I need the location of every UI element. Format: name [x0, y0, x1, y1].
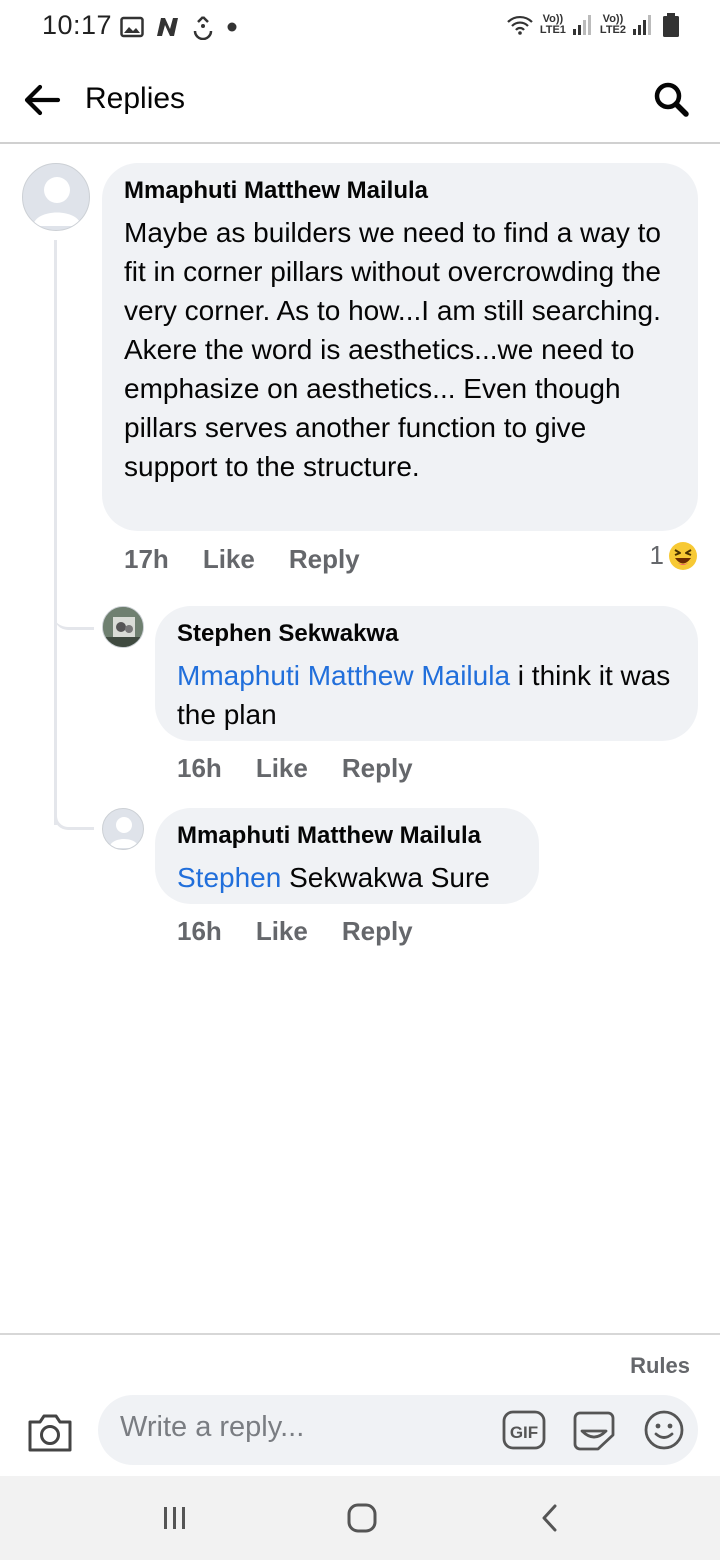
camera-icon [28, 1414, 72, 1452]
like-button[interactable]: Like [203, 544, 255, 575]
recent-apps-icon [164, 1507, 185, 1529]
sim1-label: Vo)) LTE1 [539, 13, 566, 36]
search-icon [654, 82, 689, 117]
comment-author[interactable]: Mmaphuti Matthew Mailula [177, 822, 517, 850]
profile-photo-icon [103, 607, 143, 647]
comment-actions: 17h Like Reply [124, 544, 394, 575]
comment-timestamp[interactable]: 17h [124, 544, 169, 575]
reaction-count: 1 [649, 540, 664, 570]
home-icon [347, 1503, 377, 1533]
comment-author[interactable]: Stephen Sekwakwa [177, 620, 676, 648]
back-button[interactable] [20, 78, 64, 122]
dot-icon [227, 22, 237, 32]
back-nav-icon [542, 1504, 557, 1532]
thread-line [54, 240, 57, 825]
comment-bubble: Stephen Sekwakwa Mmaphuti Matthew Mailul… [155, 606, 698, 741]
emoji-icon [644, 1410, 684, 1450]
app-header: Replies [0, 56, 720, 144]
reply-placeholder: Write a reply... [120, 1411, 305, 1443]
mention-link[interactable]: Stephen [177, 862, 281, 893]
arrow-left-icon [24, 84, 61, 116]
reply-button[interactable]: Reply [342, 753, 413, 784]
like-button[interactable]: Like [256, 753, 308, 784]
n-icon [157, 18, 178, 36]
reply-button[interactable]: Reply [342, 916, 413, 947]
page-title: Replies [85, 82, 186, 115]
laughing-emoji-icon [669, 541, 697, 570]
system-nav-bar [0, 1476, 720, 1560]
search-button[interactable] [650, 78, 692, 120]
comment-bubble: Mmaphuti Matthew Mailula Stephen Sekwakw… [155, 808, 539, 904]
image-icon [120, 16, 144, 38]
signal-lte2-icon [633, 15, 651, 35]
thread-connector [54, 790, 94, 830]
comment-text: Mmaphuti Matthew Mailula i think it was … [177, 656, 676, 734]
sticker-button[interactable] [572, 1408, 616, 1452]
home-button[interactable] [337, 1498, 387, 1538]
comment-text: Maybe as builders we need to find a way … [124, 217, 661, 482]
recent-apps-button[interactable] [150, 1498, 200, 1538]
comment-timestamp[interactable]: 16h [177, 753, 222, 784]
mention-link[interactable]: Mmaphuti Matthew Mailula [177, 660, 510, 691]
comment-text: Stephen Sekwakwa Sure [177, 858, 517, 897]
comment-bubble: Mmaphuti Matthew Mailula Maybe as builde… [102, 163, 698, 531]
default-avatar-icon [33, 177, 81, 226]
sticker-icon [573, 1411, 615, 1451]
avatar[interactable] [22, 163, 90, 231]
comment-body: Sekwakwa Sure [281, 862, 490, 893]
reaction-summary[interactable]: 1 [650, 540, 698, 571]
camera-button[interactable] [26, 1410, 74, 1454]
sync-icon [193, 16, 213, 40]
comment-actions: 16h Like Reply [177, 753, 447, 784]
gif-icon: GIF [502, 1410, 546, 1450]
status-time: 10:17 [42, 10, 113, 40]
gif-button[interactable]: GIF [502, 1408, 546, 1452]
signal-lte1-icon [572, 15, 591, 35]
like-button[interactable]: Like [256, 916, 308, 947]
wifi-icon [507, 15, 533, 35]
back-nav-button[interactable] [525, 1498, 575, 1538]
comment-timestamp[interactable]: 16h [177, 916, 222, 947]
comment-author[interactable]: Mmaphuti Matthew Mailula [124, 177, 676, 205]
composer-divider [0, 1333, 720, 1335]
status-left-icons [120, 14, 238, 40]
status-bar: 10:17 Vo)) LTE1 Vo)) LTE2 [0, 0, 720, 56]
rules-link[interactable]: Rules [630, 1353, 690, 1379]
status-right-icons: Vo)) LTE1 Vo)) LTE2 [506, 12, 682, 38]
thread-connector [54, 600, 94, 630]
comment-actions: 16h Like Reply [177, 916, 447, 947]
gif-label: GIF [510, 1423, 538, 1442]
battery-icon [663, 13, 679, 37]
avatar[interactable] [102, 606, 144, 648]
emoji-button[interactable] [642, 1408, 686, 1452]
sim2-label: Vo)) LTE2 [599, 13, 626, 36]
avatar[interactable] [102, 808, 144, 850]
reply-button[interactable]: Reply [289, 544, 360, 575]
default-avatar-icon [109, 817, 139, 848]
